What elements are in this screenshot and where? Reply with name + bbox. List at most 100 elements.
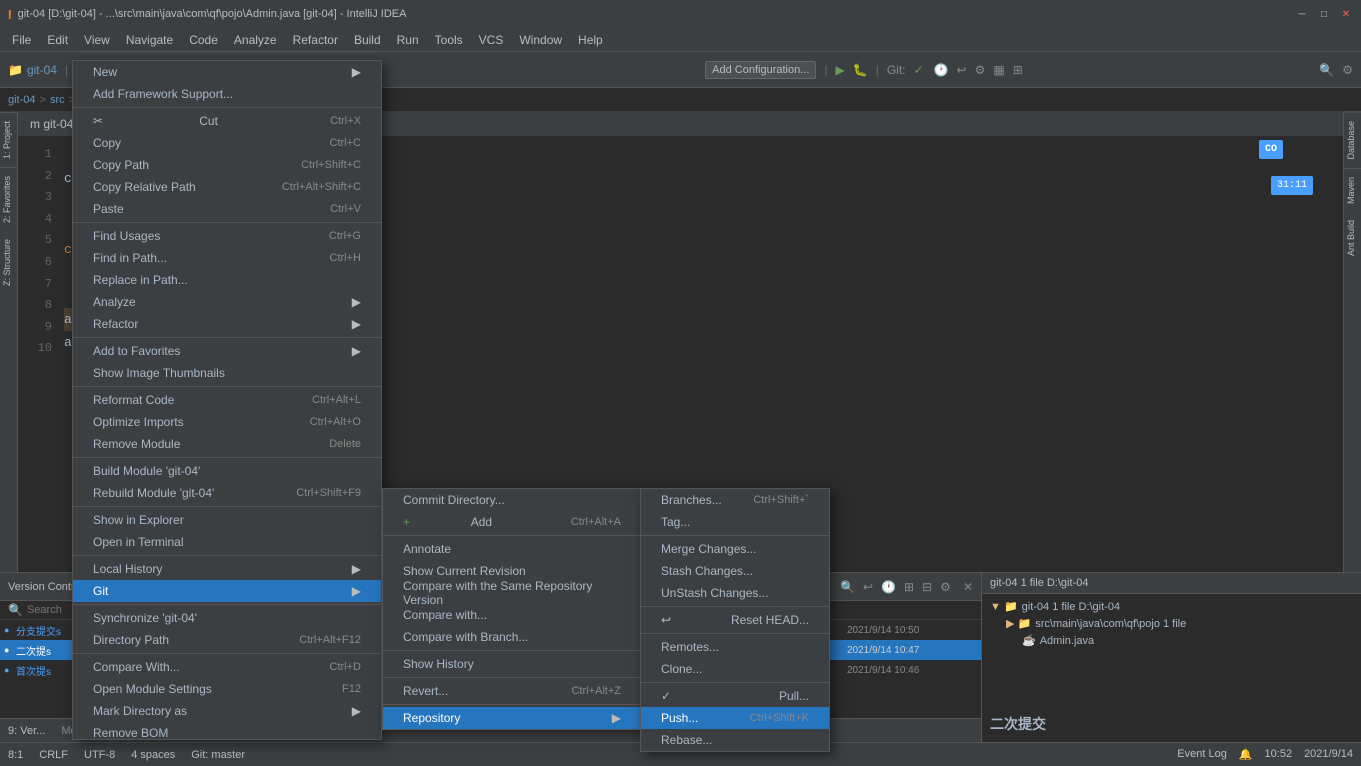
menu-git[interactable]: Git ▶: [73, 580, 381, 602]
repo-push[interactable]: Push... Ctrl+Shift+K: [641, 707, 829, 729]
menu-help[interactable]: Help: [570, 31, 611, 49]
menu-copy[interactable]: Copy Ctrl+C: [73, 132, 381, 154]
menu-build[interactable]: Build: [346, 31, 389, 49]
git-annotate[interactable]: Annotate: [383, 538, 641, 560]
event-log[interactable]: Event Log: [1177, 748, 1227, 761]
encoding-indicator[interactable]: UTF-8: [84, 749, 115, 761]
vc-clock-icon[interactable]: 🕐: [881, 580, 896, 594]
repo-submenu[interactable]: Branches... Ctrl+Shift+` Tag... Merge Ch…: [640, 488, 830, 752]
menu-tools[interactable]: Tools: [427, 31, 471, 49]
menu-show-thumbnails[interactable]: Show Image Thumbnails: [73, 362, 381, 384]
repo-reset-head[interactable]: ↩ Reset HEAD...: [641, 609, 829, 631]
menu-code[interactable]: Code: [181, 31, 226, 49]
menu-reformat[interactable]: Reformat Code Ctrl+Alt+L: [73, 389, 381, 411]
debug-button[interactable]: 🐛: [853, 63, 868, 77]
git-status[interactable]: Git: master: [191, 749, 245, 761]
vc-grid-icon[interactable]: ⊞: [904, 580, 914, 594]
repo-tag[interactable]: Tag...: [641, 511, 829, 533]
line-endings[interactable]: CRLF: [39, 749, 68, 761]
menu-optimize-imports[interactable]: Optimize Imports Ctrl+Alt+O: [73, 411, 381, 433]
menu-new[interactable]: New ▶: [73, 61, 381, 83]
git-compare-with[interactable]: Compare with...: [383, 604, 641, 626]
menu-vcs[interactable]: VCS: [471, 31, 512, 49]
git-compare-branch[interactable]: Compare with Branch...: [383, 626, 641, 648]
vc-tab-9[interactable]: 9: Ver...: [8, 725, 45, 737]
menu-add-framework[interactable]: Add Framework Support...: [73, 83, 381, 105]
menu-add-favorites[interactable]: Add to Favorites ▶: [73, 340, 381, 362]
vc-close-icon[interactable]: ✕: [963, 580, 973, 594]
ant-build-tab[interactable]: Ant Build: [1344, 212, 1361, 264]
menu-edit[interactable]: Edit: [39, 31, 76, 49]
notification-icon[interactable]: 🔔: [1239, 748, 1253, 761]
tree-root[interactable]: ▼ 📁 git-04 1 file D:\git-04: [990, 598, 1353, 615]
tree-file[interactable]: ☕ Admin.java: [990, 632, 1353, 649]
project-tab[interactable]: 1: Project: [0, 112, 17, 167]
menu-file[interactable]: File: [4, 31, 39, 49]
tree-subfolder[interactable]: ▶ 📁 src\main\java\com\qf\pojo 1 file: [990, 615, 1353, 632]
vc-expand-icon[interactable]: ⊟: [922, 580, 932, 594]
toolbar-icon2[interactable]: ▦: [993, 63, 1004, 77]
breadcrumb-item-1[interactable]: src: [50, 94, 65, 106]
menu-analyze[interactable]: Analyze ▶: [73, 291, 381, 313]
database-tab[interactable]: Database: [1344, 112, 1361, 168]
git-compare-same-repo[interactable]: Compare with the Same Repository Version: [383, 582, 641, 604]
menu-local-history[interactable]: Local History ▶: [73, 558, 381, 580]
titlebar-controls[interactable]: ─ □ ✕: [1295, 7, 1353, 21]
git-commit-directory[interactable]: Commit Directory...: [383, 489, 641, 511]
menu-navigate[interactable]: Navigate: [118, 31, 181, 49]
maven-tab[interactable]: Maven: [1344, 168, 1361, 212]
menu-window[interactable]: Window: [511, 31, 570, 49]
repo-clone[interactable]: Clone...: [641, 658, 829, 680]
menu-cut[interactable]: ✂ Cut Ctrl+X: [73, 110, 381, 132]
git-add[interactable]: + Add Ctrl+Alt+A: [383, 511, 641, 533]
git-submenu[interactable]: Commit Directory... + Add Ctrl+Alt+A Ann…: [382, 488, 642, 730]
git-repository[interactable]: Repository ▶: [383, 707, 641, 729]
minimize-button[interactable]: ─: [1295, 7, 1309, 21]
settings-toolbar-icon[interactable]: ⚙: [1342, 63, 1353, 77]
menu-rebuild-module[interactable]: Rebuild Module 'git-04' Ctrl+Shift+F9: [73, 482, 381, 504]
indent-indicator[interactable]: 4 spaces: [131, 749, 175, 761]
menu-refactor[interactable]: Refactor: [285, 31, 346, 49]
menu-remove-module[interactable]: Remove Module Delete: [73, 433, 381, 455]
vc-refresh-icon[interactable]: ↩: [863, 580, 873, 594]
run-button[interactable]: ▶: [836, 63, 845, 77]
menu-paste[interactable]: Paste Ctrl+V: [73, 198, 381, 220]
close-button[interactable]: ✕: [1339, 7, 1353, 21]
repo-merge[interactable]: Merge Changes...: [641, 538, 829, 560]
menu-show-explorer[interactable]: Show in Explorer: [73, 509, 381, 531]
menu-open-module-settings[interactable]: Open Module Settings F12: [73, 678, 381, 700]
maximize-button[interactable]: □: [1317, 7, 1331, 21]
git-revert[interactable]: Revert... Ctrl+Alt+Z: [383, 680, 641, 702]
menu-find-usages[interactable]: Find Usages Ctrl+G: [73, 225, 381, 247]
vc-search-icon[interactable]: 🔍: [840, 580, 855, 594]
menu-directory-path[interactable]: Directory Path Ctrl+Alt+F12: [73, 629, 381, 651]
breadcrumb-item-0[interactable]: git-04: [8, 94, 36, 106]
menu-run[interactable]: Run: [389, 31, 427, 49]
menu-find-in-path[interactable]: Find in Path... Ctrl+H: [73, 247, 381, 269]
search-toolbar-icon[interactable]: 🔍: [1319, 63, 1334, 77]
menu-copy-relative-path[interactable]: Copy Relative Path Ctrl+Alt+Shift+C: [73, 176, 381, 198]
undo-button[interactable]: ↩: [957, 63, 967, 77]
git-show-history[interactable]: Show History: [383, 653, 641, 675]
vc-settings-icon[interactable]: ⚙: [940, 580, 951, 594]
repo-branches[interactable]: Branches... Ctrl+Shift+`: [641, 489, 829, 511]
repo-stash[interactable]: Stash Changes...: [641, 560, 829, 582]
toolbar-icon3[interactable]: ⊞: [1013, 63, 1023, 77]
menu-refactor[interactable]: Refactor ▶: [73, 313, 381, 335]
menu-replace-in-path[interactable]: Replace in Path...: [73, 269, 381, 291]
menu-mark-directory[interactable]: Mark Directory as ▶: [73, 700, 381, 722]
menu-remove-bom[interactable]: Remove BOM: [73, 722, 381, 740]
menu-analyze[interactable]: Analyze: [226, 31, 285, 49]
menu-copy-path[interactable]: Copy Path Ctrl+Shift+C: [73, 154, 381, 176]
primary-context-menu[interactable]: New ▶ Add Framework Support... ✂ Cut Ctr…: [72, 60, 382, 740]
menu-synchronize[interactable]: Synchronize 'git-04': [73, 607, 381, 629]
repo-pull[interactable]: ✓ Pull...: [641, 685, 829, 707]
toolbar-icon1[interactable]: ⚙: [975, 63, 986, 77]
repo-unstash[interactable]: UnStash Changes...: [641, 582, 829, 604]
add-config-button[interactable]: Add Configuration...: [705, 61, 816, 79]
menu-compare-with[interactable]: Compare With... Ctrl+D: [73, 656, 381, 678]
repo-remotes[interactable]: Remotes...: [641, 636, 829, 658]
menu-build-module[interactable]: Build Module 'git-04': [73, 460, 381, 482]
favorites-tab[interactable]: 2: Favorites: [0, 167, 17, 231]
menu-open-terminal[interactable]: Open in Terminal: [73, 531, 381, 553]
